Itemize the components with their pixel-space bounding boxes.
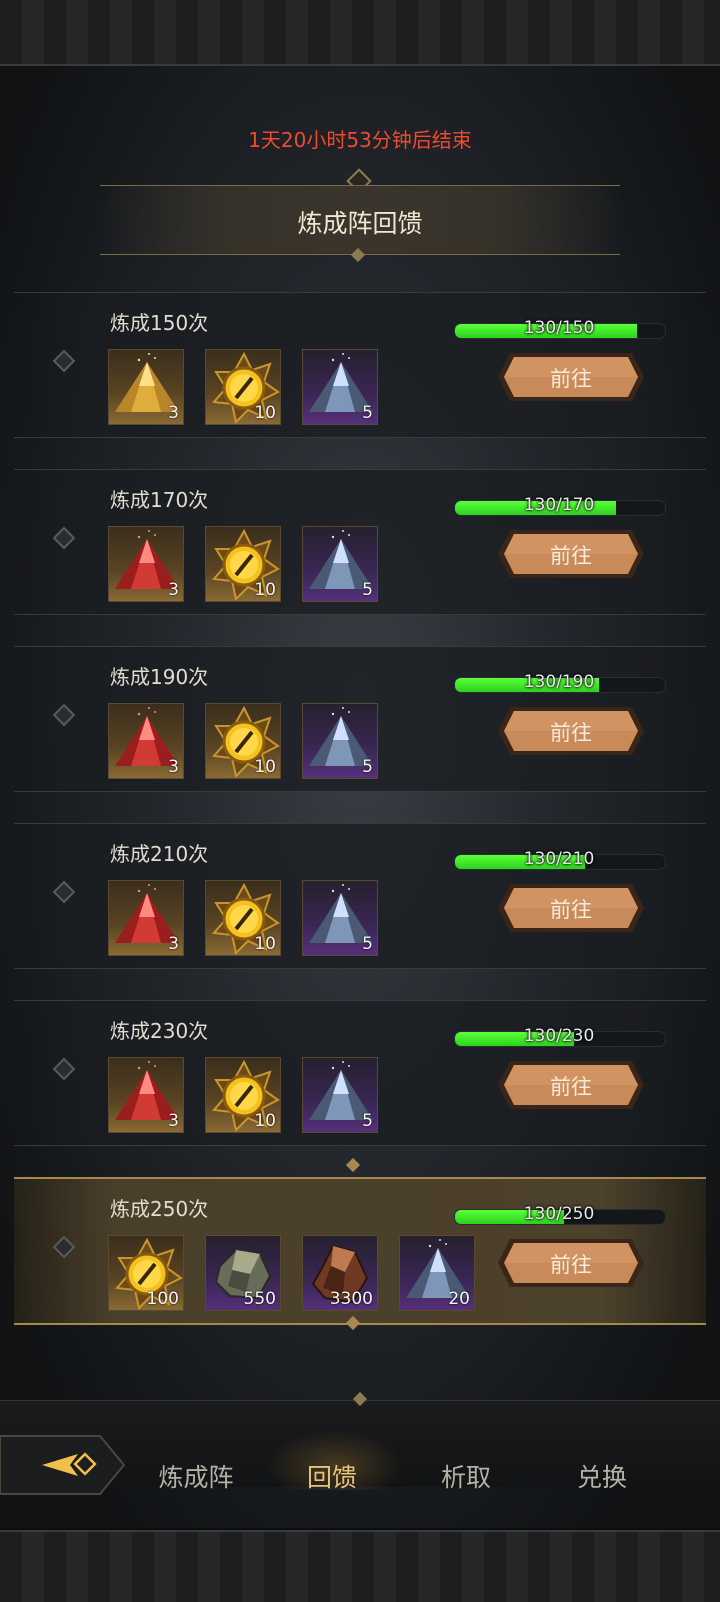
tab-alchemy-array[interactable]: 炼成阵 [136,1458,256,1494]
reward-item[interactable]: 550 [205,1235,281,1311]
go-button[interactable]: 前往 [496,1057,646,1113]
bottom-frame [0,1530,720,1602]
reward-item[interactable]: 3 [108,703,184,779]
progress-text: 130/150 [523,318,595,338]
go-button-label: 前往 [550,721,592,745]
reward-item[interactable]: 100 [108,1235,184,1311]
item-count: 5 [362,757,373,777]
row-diamond-marker [52,526,76,550]
item-count: 100 [146,1289,179,1309]
reward-item[interactable]: 10 [205,526,281,602]
item-count: 5 [362,403,373,423]
tab-feedback[interactable]: 回馈 [272,1458,392,1494]
reward-item[interactable]: 5 [302,526,378,602]
milestone-label: 炼成150次 [110,311,209,335]
go-button-label: 前往 [550,1075,592,1099]
reward-row: 炼成210次 130/210 3 10 5 前往 [14,823,706,969]
reward-item[interactable]: 3 [108,880,184,956]
reward-item[interactable]: 3300 [302,1235,378,1311]
progress-text: 130/230 [523,1026,595,1046]
event-timer: 1天20小时53分钟后结束 [248,128,472,152]
item-count: 5 [362,934,373,954]
item-count: 3 [168,403,179,423]
milestone-label: 炼成250次 [110,1197,209,1221]
reward-item[interactable]: 3 [108,1057,184,1133]
back-button[interactable] [0,1432,126,1498]
item-count: 3 [168,934,179,954]
go-button[interactable]: 前往 [496,349,646,405]
top-frame [0,0,720,66]
item-count: 5 [362,1111,373,1131]
milestone-label: 炼成190次 [110,665,209,689]
go-button-label: 前往 [550,544,592,568]
progress-text: 130/170 [523,495,595,515]
item-count: 20 [448,1289,470,1309]
go-button[interactable]: 前往 [496,880,646,936]
go-button-label: 前往 [550,898,592,922]
row-diamond-marker [52,349,76,373]
reward-item[interactable]: 5 [302,349,378,425]
tab-exchange[interactable]: 兑换 [542,1458,662,1494]
reward-item[interactable]: 5 [302,880,378,956]
milestone-label: 炼成230次 [110,1019,209,1043]
item-count: 550 [243,1289,276,1309]
reward-item[interactable]: 5 [302,703,378,779]
item-count: 10 [254,757,276,777]
progress-text: 130/250 [523,1204,595,1224]
go-button-label: 前往 [550,1253,592,1277]
reward-item[interactable]: 3 [108,349,184,425]
reward-item[interactable]: 3 [108,526,184,602]
milestone-label: 炼成210次 [110,842,209,866]
progress-text: 130/190 [523,672,595,692]
page-title: 炼成阵回馈 [297,209,423,238]
item-count: 3300 [329,1289,373,1309]
go-button[interactable]: 前往 [496,703,646,759]
tab-extract[interactable]: 析取 [406,1458,526,1494]
reward-item[interactable]: 10 [205,349,281,425]
reward-row: 炼成170次 130/170 3 10 5 前往 [14,469,706,615]
item-count: 3 [168,757,179,777]
reward-item[interactable]: 10 [205,703,281,779]
reward-row: 炼成150次 130/150 3 10 5 前往 [14,292,706,438]
progress-text: 130/210 [523,849,595,869]
item-count: 5 [362,580,373,600]
go-button[interactable]: 前往 [496,1235,646,1291]
item-count: 3 [168,1111,179,1131]
reward-item[interactable]: 5 [302,1057,378,1133]
milestone-label: 炼成170次 [110,488,209,512]
reward-row: 炼成190次 130/190 3 10 5 前往 [14,646,706,792]
row-diamond-marker [52,880,76,904]
row-diamond-marker [52,1057,76,1081]
reward-item[interactable]: 10 [205,880,281,956]
item-count: 10 [254,934,276,954]
go-button[interactable]: 前往 [496,526,646,582]
reward-row: 炼成250次 130/250 100 550 3300 20 前往 [14,1177,706,1325]
item-count: 3 [168,580,179,600]
item-count: 10 [254,580,276,600]
row-diamond-marker [52,1235,76,1259]
reward-item[interactable]: 20 [399,1235,475,1311]
reward-item[interactable]: 10 [205,1057,281,1133]
row-diamond-marker [52,703,76,727]
go-button-label: 前往 [550,367,592,391]
reward-row: 炼成230次 130/230 3 10 5 前往 [14,1000,706,1146]
item-count: 10 [254,1111,276,1131]
item-count: 10 [254,403,276,423]
title-bar: 炼成阵回馈 [100,185,620,255]
